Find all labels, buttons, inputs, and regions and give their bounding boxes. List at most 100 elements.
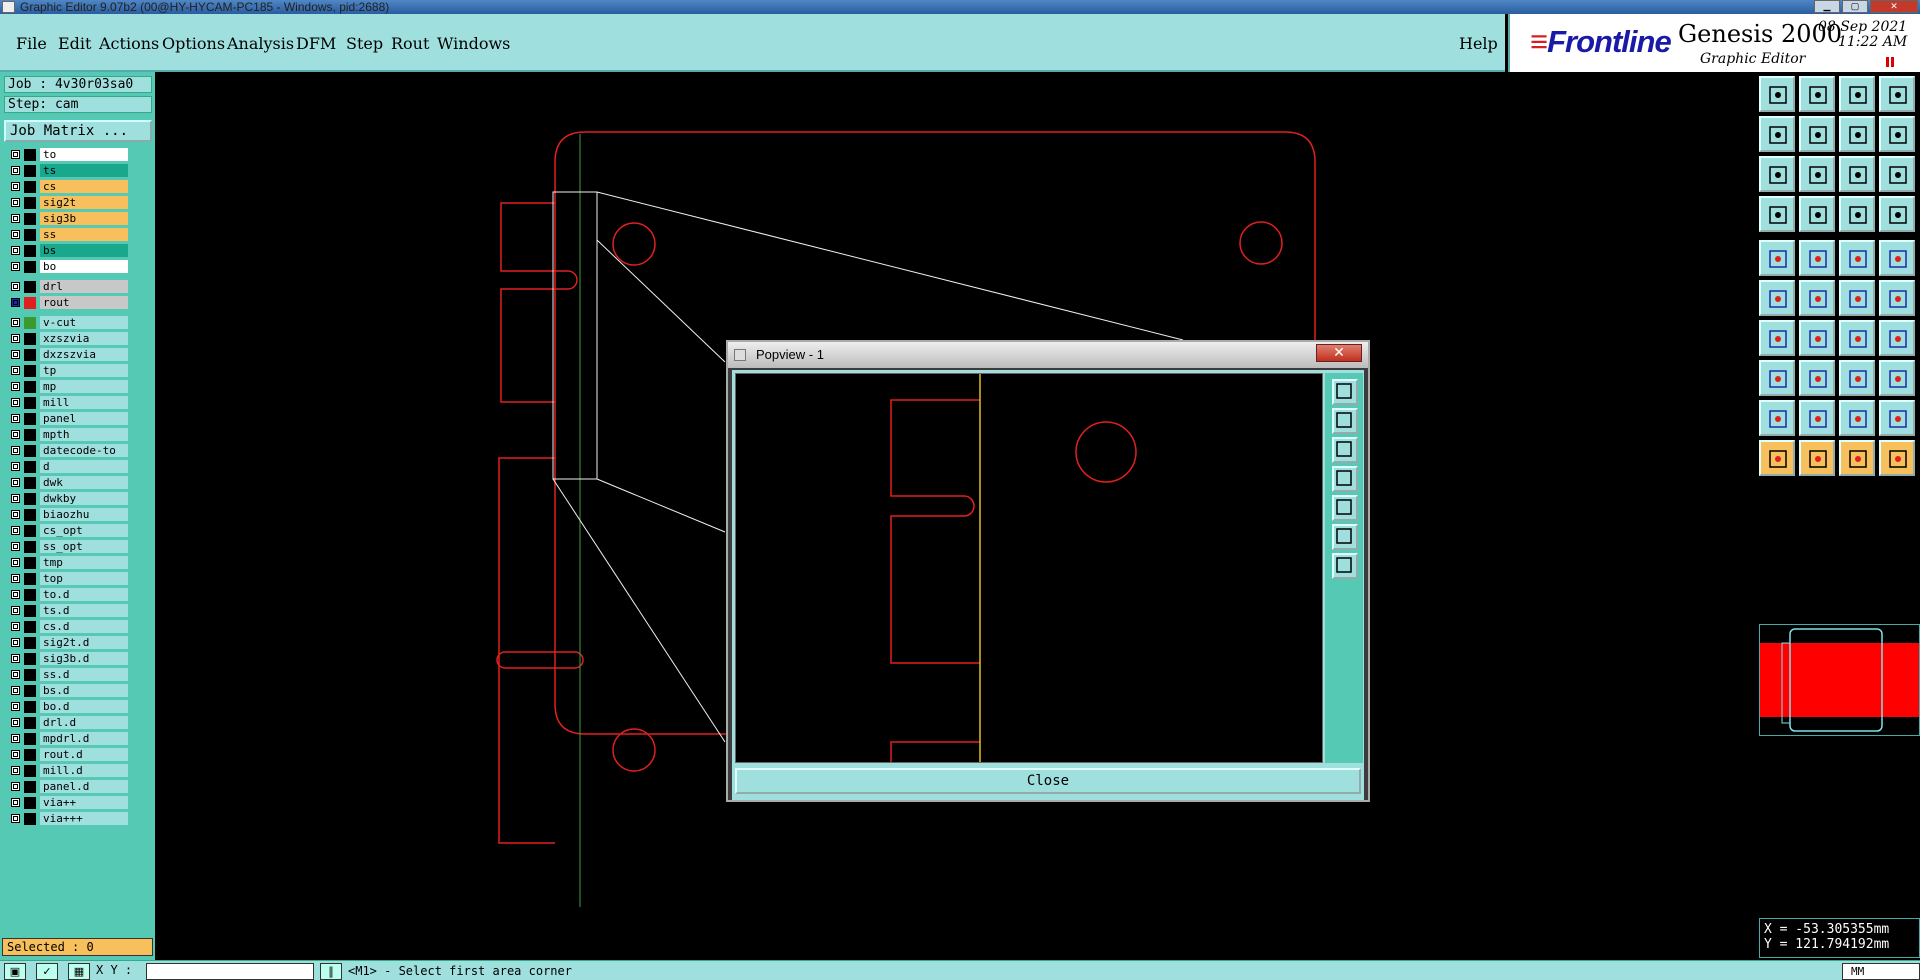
layer-row[interactable]: mpdrl.d xyxy=(8,732,128,746)
layer-color-swatch[interactable] xyxy=(24,413,36,425)
layer-color-swatch[interactable] xyxy=(24,429,36,441)
layer-color-swatch[interactable] xyxy=(24,365,36,377)
layer-checkbox[interactable] xyxy=(11,366,20,375)
popview-close-x-button[interactable]: ✕ xyxy=(1316,344,1362,362)
slope-button[interactable] xyxy=(1759,320,1795,356)
arc-button[interactable] xyxy=(1839,320,1875,356)
fit-button[interactable] xyxy=(1759,156,1795,192)
menu-windows[interactable]: Windows xyxy=(437,34,510,53)
layer-name[interactable]: ts.d xyxy=(40,604,128,617)
layer-row[interactable]: mpth xyxy=(8,428,128,442)
line-add-button[interactable] xyxy=(1839,280,1875,316)
layer-checkbox[interactable] xyxy=(11,654,20,663)
menu-step[interactable]: Step xyxy=(346,34,383,53)
layer-color-swatch[interactable] xyxy=(24,261,36,273)
layer-row[interactable]: tmp xyxy=(8,556,128,570)
overview-map[interactable] xyxy=(1759,624,1920,736)
layer-name[interactable]: tmp xyxy=(40,556,128,569)
layer-color-swatch[interactable] xyxy=(24,733,36,745)
layer-name[interactable]: cs.d xyxy=(40,620,128,633)
layer-row[interactable]: ss.d xyxy=(8,668,128,682)
home-button[interactable] xyxy=(1839,76,1875,112)
xy-input[interactable] xyxy=(146,963,314,980)
menu-options[interactable]: Options xyxy=(162,34,225,53)
popview-window[interactable]: Popview - 1 ✕ Close xyxy=(726,340,1370,802)
layer-row[interactable]: mp xyxy=(8,380,128,394)
layer-name[interactable]: dwk xyxy=(40,476,128,489)
layer-checkbox[interactable] xyxy=(11,734,20,743)
layer-color-swatch[interactable] xyxy=(24,813,36,825)
layer-name[interactable]: bo xyxy=(40,260,128,273)
layer-checkbox[interactable] xyxy=(11,398,20,407)
layer-checkbox[interactable] xyxy=(11,182,20,191)
layer-color-swatch[interactable] xyxy=(24,653,36,665)
layer-checkbox[interactable] xyxy=(11,558,20,567)
layer-checkbox[interactable] xyxy=(11,150,20,159)
layer-color-swatch[interactable] xyxy=(24,229,36,241)
layer-row[interactable]: d xyxy=(8,460,128,474)
layer-name[interactable]: sig2t.d xyxy=(40,636,128,649)
layer-name[interactable]: rout xyxy=(40,296,128,309)
layer-name[interactable]: top xyxy=(40,572,128,585)
layer-checkbox[interactable] xyxy=(11,478,20,487)
layer-name[interactable]: to xyxy=(40,148,128,161)
window-title-bar[interactable]: Graphic Editor 9.07b2 (00@HY-HYCAM-PC185… xyxy=(0,0,1920,14)
layer-color-swatch[interactable] xyxy=(24,669,36,681)
popview-zoom-in-button[interactable] xyxy=(1332,437,1358,463)
layer-color-swatch[interactable] xyxy=(24,333,36,345)
triangle-4-button[interactable] xyxy=(1879,400,1915,436)
layer-row[interactable]: sig3b.d xyxy=(8,652,128,666)
units-field[interactable]: MM xyxy=(1842,963,1920,980)
layer-color-swatch[interactable] xyxy=(24,149,36,161)
polygon-button[interactable] xyxy=(1799,240,1835,276)
layer-checkbox[interactable] xyxy=(11,606,20,615)
popview-fit-button[interactable] xyxy=(1332,379,1358,405)
layer-color-swatch[interactable] xyxy=(24,509,36,521)
text-button[interactable] xyxy=(1879,320,1915,356)
layer-name[interactable]: cs_opt xyxy=(40,524,128,537)
layer-color-swatch[interactable] xyxy=(24,165,36,177)
layer-name[interactable]: sig3b xyxy=(40,212,128,225)
layer-row[interactable]: rout.d xyxy=(8,748,128,762)
layer-checkbox[interactable] xyxy=(11,298,20,307)
status-tool-icon[interactable]: ▣ xyxy=(4,963,26,980)
layer-row[interactable]: dwk xyxy=(8,476,128,490)
layer-row[interactable]: sig3b xyxy=(8,212,128,226)
layer-color-swatch[interactable] xyxy=(24,749,36,761)
line-edit-button[interactable] xyxy=(1799,320,1835,356)
layer-checkbox[interactable] xyxy=(11,814,20,823)
copy-button[interactable] xyxy=(1879,360,1915,396)
layer-checkbox[interactable] xyxy=(11,526,20,535)
layer-name[interactable]: d xyxy=(40,460,128,473)
layer-row[interactable]: sig2t.d xyxy=(8,636,128,650)
layer-color-swatch[interactable] xyxy=(24,621,36,633)
layer-checkbox[interactable] xyxy=(11,230,20,239)
layer-row[interactable]: v-cut xyxy=(8,316,128,330)
layer-name[interactable]: ss_opt xyxy=(40,540,128,553)
layer-row[interactable]: ss xyxy=(8,228,128,242)
layer-checkbox[interactable] xyxy=(11,198,20,207)
layer-row[interactable]: panel.d xyxy=(8,780,128,794)
popview-fit-2-button[interactable] xyxy=(1332,553,1358,579)
layer-name[interactable]: via+++ xyxy=(40,812,128,825)
grid-button[interactable] xyxy=(1879,76,1915,112)
triangle-2-button[interactable] xyxy=(1799,400,1835,436)
menu-actions[interactable]: Actions xyxy=(99,34,159,53)
close-window-button[interactable]: ✕ xyxy=(1870,0,1918,13)
layer-row[interactable]: rout xyxy=(8,296,128,310)
layer-color-swatch[interactable] xyxy=(24,493,36,505)
layer-checkbox[interactable] xyxy=(11,622,20,631)
layer-name[interactable]: to.d xyxy=(40,588,128,601)
layer-name[interactable]: dxzszvia xyxy=(40,348,128,361)
layer-color-swatch[interactable] xyxy=(24,717,36,729)
layer-checkbox[interactable] xyxy=(11,334,20,343)
menu-file[interactable]: File xyxy=(16,34,47,53)
box-button[interactable] xyxy=(1839,360,1875,396)
layer-name[interactable]: mill xyxy=(40,396,128,409)
menu-analysis[interactable]: Analysis xyxy=(227,34,294,53)
menu-help[interactable]: Help xyxy=(1459,34,1498,53)
layer-name[interactable]: bs xyxy=(40,244,128,257)
popview-pan-right-button[interactable] xyxy=(1332,495,1358,521)
layer-checkbox[interactable] xyxy=(11,430,20,439)
layer-row[interactable]: tp xyxy=(8,364,128,378)
